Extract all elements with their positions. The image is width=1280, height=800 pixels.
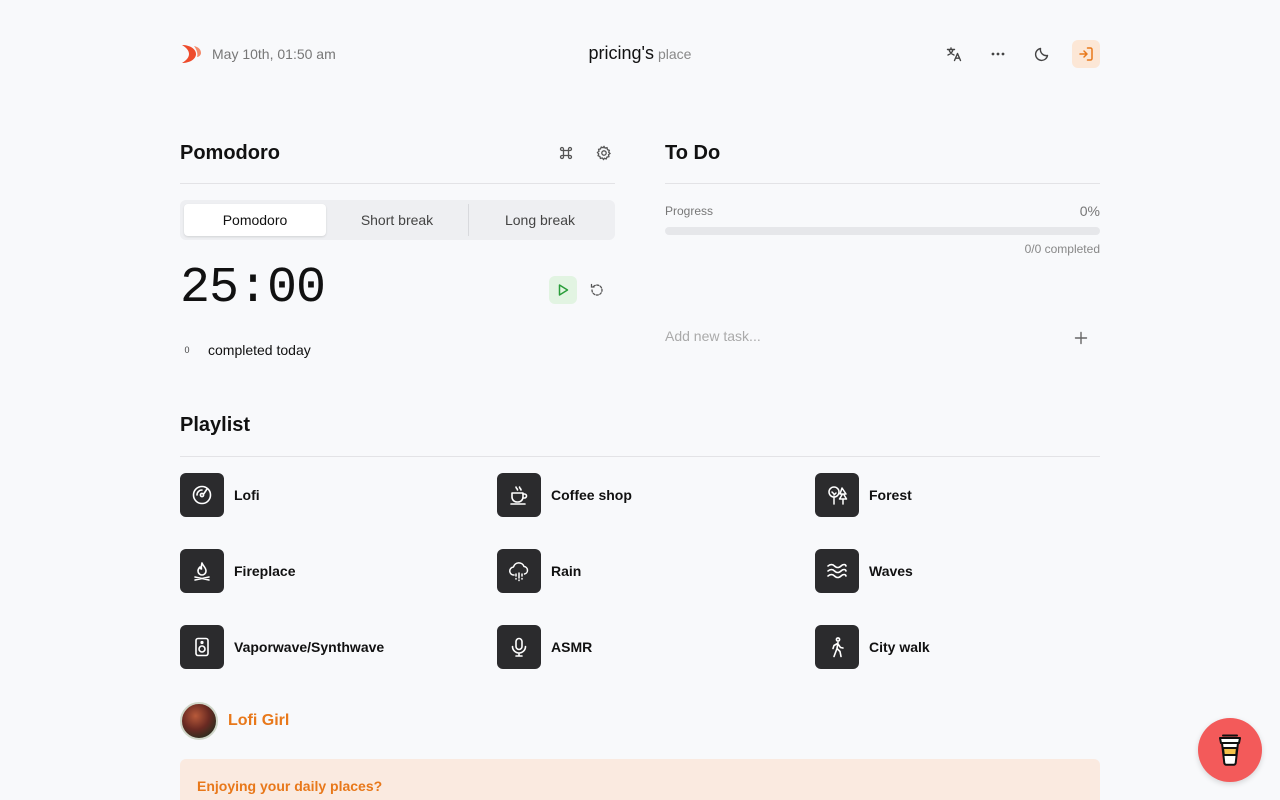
playlist-item-label: Rain bbox=[551, 563, 582, 579]
play-icon bbox=[558, 284, 569, 296]
todo-divider bbox=[665, 183, 1100, 184]
playlist-item-icon-box bbox=[497, 473, 541, 517]
playlist-item-fireplace[interactable]: Fireplace bbox=[180, 549, 295, 593]
command-icon bbox=[559, 146, 573, 160]
place-owner: pricing's bbox=[588, 43, 654, 63]
avatar bbox=[180, 702, 218, 740]
playlist-item-label: Coffee shop bbox=[551, 487, 632, 503]
tab-long-break[interactable]: Long break bbox=[468, 204, 611, 236]
speaker-icon bbox=[195, 637, 209, 657]
tree-icon bbox=[828, 486, 848, 505]
tab-short-break[interactable]: Short break bbox=[326, 204, 468, 236]
playlist-item-icon-box bbox=[180, 473, 224, 517]
playlist-item-label: Forest bbox=[869, 487, 912, 503]
cloud-rain-icon bbox=[509, 562, 529, 582]
playlist-item-icon-box bbox=[180, 549, 224, 593]
pomodoro-divider bbox=[180, 183, 615, 184]
playlist-item-rain[interactable]: Rain bbox=[497, 549, 581, 593]
header-actions bbox=[940, 40, 1100, 68]
reset-button[interactable] bbox=[583, 276, 611, 304]
playlist-item-label: Fireplace bbox=[234, 563, 296, 579]
playlist-item-label: Lofi bbox=[234, 487, 260, 503]
playlist-item-label: ASMR bbox=[551, 639, 593, 655]
creator-name: Lofi Girl bbox=[228, 712, 290, 729]
header: May 10th, 01:50 am pricing's place bbox=[180, 40, 1100, 68]
support-banner: Enjoying your daily places? bbox=[180, 759, 1100, 800]
theme-toggle-button[interactable] bbox=[1028, 40, 1056, 68]
more-icon bbox=[991, 52, 1005, 56]
progress-percent: 0% bbox=[1079, 203, 1100, 219]
playlist-divider bbox=[180, 456, 1100, 457]
playlist-title: Playlist bbox=[180, 414, 251, 436]
playlist-creator[interactable]: Lofi Girl bbox=[180, 702, 289, 740]
pomodoro-settings-button[interactable] bbox=[593, 140, 615, 166]
playlist-item-city-walk[interactable]: City walk bbox=[815, 625, 930, 669]
pomodoro-tabs: Pomodoro Short break Long break bbox=[180, 200, 615, 240]
completed-today: 0 completed today bbox=[180, 342, 311, 358]
moon-icon bbox=[1034, 47, 1049, 62]
playlist-item-icon-box bbox=[497, 625, 541, 669]
flame-icon bbox=[194, 562, 210, 581]
playlist-item-label: City walk bbox=[869, 639, 930, 655]
translate-button[interactable] bbox=[940, 40, 968, 68]
playlist-item-label: Vaporwave/Synthwave bbox=[234, 639, 385, 655]
playlist-item-waves[interactable]: Waves bbox=[815, 549, 913, 593]
completed-count: 0 bbox=[184, 345, 190, 355]
playlist-item-icon-box bbox=[815, 549, 859, 593]
playlist-item-vaporwave[interactable]: Vaporwave/Synthwave bbox=[180, 625, 384, 669]
pomodoro-title: Pomodoro bbox=[180, 142, 280, 164]
buy-me-a-coffee-button[interactable] bbox=[1198, 718, 1262, 782]
gear-icon bbox=[596, 145, 611, 161]
playlist-item-lofi[interactable]: Lofi bbox=[180, 473, 260, 517]
completed-label: completed today bbox=[208, 342, 311, 358]
add-task-button[interactable] bbox=[1072, 329, 1090, 347]
todo-title: To Do bbox=[665, 142, 721, 164]
playlist-item-icon-box bbox=[180, 625, 224, 669]
vinyl-icon bbox=[192, 485, 212, 505]
progress-bar bbox=[665, 227, 1100, 235]
reset-icon bbox=[590, 283, 603, 296]
translate-icon bbox=[946, 47, 962, 62]
playlist-item-icon-box bbox=[815, 473, 859, 517]
playlist-item-icon-box bbox=[815, 625, 859, 669]
place-suffix: place bbox=[658, 46, 692, 62]
coffee-icon bbox=[510, 486, 528, 505]
walking-icon bbox=[832, 637, 844, 658]
shortcuts-button[interactable] bbox=[555, 140, 577, 166]
plus-icon bbox=[1074, 331, 1088, 345]
timer-display: 25:00 bbox=[180, 260, 326, 317]
playlist-item-forest[interactable]: Forest bbox=[815, 473, 912, 517]
microphone-icon bbox=[511, 637, 527, 657]
progress-count: 0/0 completed bbox=[1024, 242, 1100, 256]
pomodoro-actions bbox=[555, 140, 615, 166]
new-task-input[interactable] bbox=[665, 328, 1065, 344]
playlist-item-icon-box bbox=[497, 549, 541, 593]
banner-text: Enjoying your daily places? bbox=[197, 778, 383, 794]
waves-icon bbox=[827, 563, 847, 579]
playlist-item-label: Waves bbox=[869, 563, 913, 579]
more-button[interactable] bbox=[984, 40, 1012, 68]
tab-pomodoro[interactable]: Pomodoro bbox=[184, 204, 326, 236]
login-button[interactable] bbox=[1072, 40, 1100, 68]
coffee-cup-icon bbox=[1219, 734, 1241, 766]
login-icon bbox=[1079, 47, 1093, 61]
playlist-item-asmr[interactable]: ASMR bbox=[497, 625, 592, 669]
progress-label: Progress bbox=[665, 204, 714, 218]
playlist-item-coffee-shop[interactable]: Coffee shop bbox=[497, 473, 632, 517]
play-button[interactable] bbox=[549, 276, 577, 304]
